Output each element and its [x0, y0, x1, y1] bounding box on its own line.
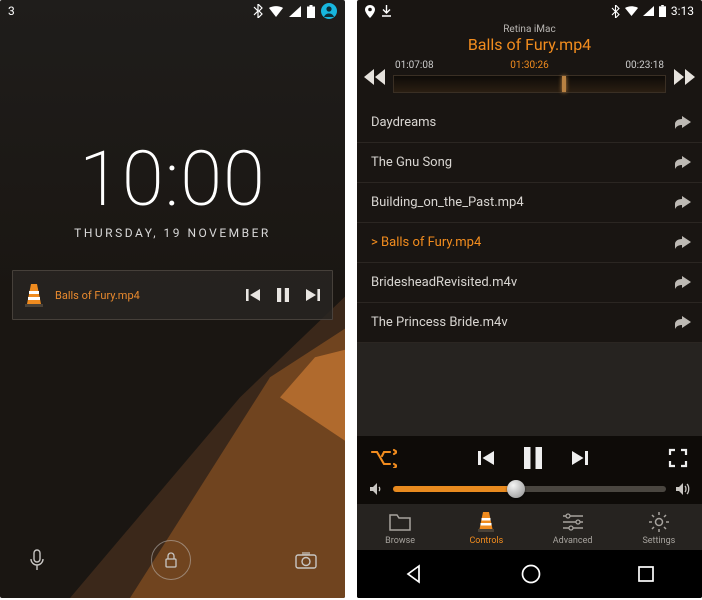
playlist-item[interactable]: Building_on_the_Past.mp4	[357, 183, 702, 223]
playlist-item-label: > Balls of Fury.mp4	[371, 235, 481, 250]
folder-icon	[388, 510, 412, 534]
playlist-item[interactable]: BridesheadRevisited.m4v	[357, 263, 702, 303]
share-icon[interactable]	[674, 196, 692, 210]
playlist-item-label: Daydreams	[371, 115, 436, 130]
wifi-icon	[625, 6, 638, 16]
vlc-cone-icon	[477, 510, 495, 534]
tab-label: Controls	[469, 536, 503, 546]
next-track-button[interactable]	[304, 286, 322, 304]
playlist-item-active[interactable]: > Balls of Fury.mp4	[357, 223, 702, 263]
fullscreen-button[interactable]	[668, 448, 688, 468]
playlist-item[interactable]: The Princess Bride.m4v	[357, 303, 702, 343]
seek-row: 01:07:08 01:30:26 00:23:18	[357, 54, 702, 103]
volume-slider[interactable]	[393, 486, 666, 492]
tab-controls[interactable]: Controls	[443, 510, 529, 546]
vlc-remote-phone: 3:13 Retina iMac Balls of Fury.mp4 01:07…	[357, 0, 702, 598]
playlist: Daydreams The Gnu Song Building_on_the_P…	[357, 103, 702, 343]
camera-icon[interactable]	[295, 551, 317, 569]
prev-track-button[interactable]	[244, 286, 262, 304]
tab-label: Advanced	[553, 536, 593, 546]
tab-advanced[interactable]: Advanced	[530, 510, 616, 546]
media-widget[interactable]: Balls of Fury.mp4	[12, 270, 333, 320]
device-name: Retina iMac	[357, 24, 702, 35]
bluetooth-icon	[611, 5, 620, 18]
playback-controls	[357, 436, 702, 504]
tab-bar: Browse Controls Advanced Settings	[357, 504, 702, 550]
signal-icon	[643, 6, 654, 16]
pause-button[interactable]	[274, 286, 292, 304]
shuffle-button[interactable]	[371, 448, 397, 468]
tab-label: Browse	[385, 536, 415, 546]
location-icon	[365, 5, 375, 18]
share-icon[interactable]	[674, 316, 692, 330]
fast-forward-button[interactable]	[672, 69, 698, 85]
time-elapsed: 01:07:08	[395, 60, 434, 71]
lockscreen-clock: 10:00	[0, 134, 345, 224]
volume-knob[interactable]	[507, 480, 525, 498]
playlist-item-label: Building_on_the_Past.mp4	[371, 195, 524, 210]
voice-icon[interactable]	[28, 549, 46, 571]
signal-icon	[289, 6, 301, 17]
time-total: 01:30:26	[510, 60, 549, 71]
battery-icon	[307, 5, 315, 18]
notification-count: 3	[8, 4, 15, 18]
lockscreen-date: THURSDAY, 19 NOVEMBER	[0, 226, 345, 240]
media-title: Balls of Fury.mp4	[55, 289, 244, 302]
rewind-button[interactable]	[361, 69, 387, 85]
bluetooth-icon	[253, 4, 263, 18]
playlist-item-label: The Princess Bride.m4v	[371, 315, 508, 330]
playlist-item-label: BridesheadRevisited.m4v	[371, 275, 517, 290]
user-icon	[321, 3, 337, 19]
tab-browse[interactable]: Browse	[357, 510, 443, 546]
seek-thumb[interactable]	[562, 76, 566, 92]
volume-up-icon[interactable]	[674, 482, 692, 496]
now-playing-title: Balls of Fury.mp4	[357, 35, 702, 54]
share-icon[interactable]	[674, 276, 692, 290]
tab-label: Settings	[642, 536, 675, 546]
status-bar: 3	[0, 0, 345, 22]
share-icon[interactable]	[674, 236, 692, 250]
sliders-icon	[561, 510, 585, 534]
gear-icon	[648, 510, 670, 534]
share-icon[interactable]	[674, 156, 692, 170]
spacer	[357, 343, 702, 436]
status-bar: 3:13	[357, 0, 702, 22]
pause-button[interactable]	[522, 446, 544, 470]
seek-bar[interactable]	[393, 75, 666, 93]
nav-back-button[interactable]	[405, 564, 425, 584]
prev-button[interactable]	[476, 448, 496, 468]
next-button[interactable]	[570, 448, 590, 468]
playlist-item[interactable]: Daydreams	[357, 103, 702, 143]
nav-recents-button[interactable]	[637, 565, 655, 583]
download-icon	[381, 5, 392, 17]
vlc-cone-icon	[23, 282, 45, 308]
wifi-icon	[269, 6, 283, 17]
playlist-item-label: The Gnu Song	[371, 155, 452, 170]
time-remaining: 00:23:18	[625, 60, 664, 71]
share-icon[interactable]	[674, 116, 692, 130]
battery-icon	[659, 5, 666, 17]
lockscreen-phone: 3 10:00 THURSDAY, 19 NOVEMBER	[0, 0, 345, 598]
lock-icon	[164, 551, 178, 569]
status-time: 3:13	[671, 4, 694, 18]
playlist-item[interactable]: The Gnu Song	[357, 143, 702, 183]
nav-bar	[357, 550, 702, 598]
nav-home-button[interactable]	[520, 563, 542, 585]
volume-down-icon[interactable]	[367, 482, 385, 496]
unlock-button[interactable]	[151, 540, 191, 580]
tab-settings[interactable]: Settings	[616, 510, 702, 546]
